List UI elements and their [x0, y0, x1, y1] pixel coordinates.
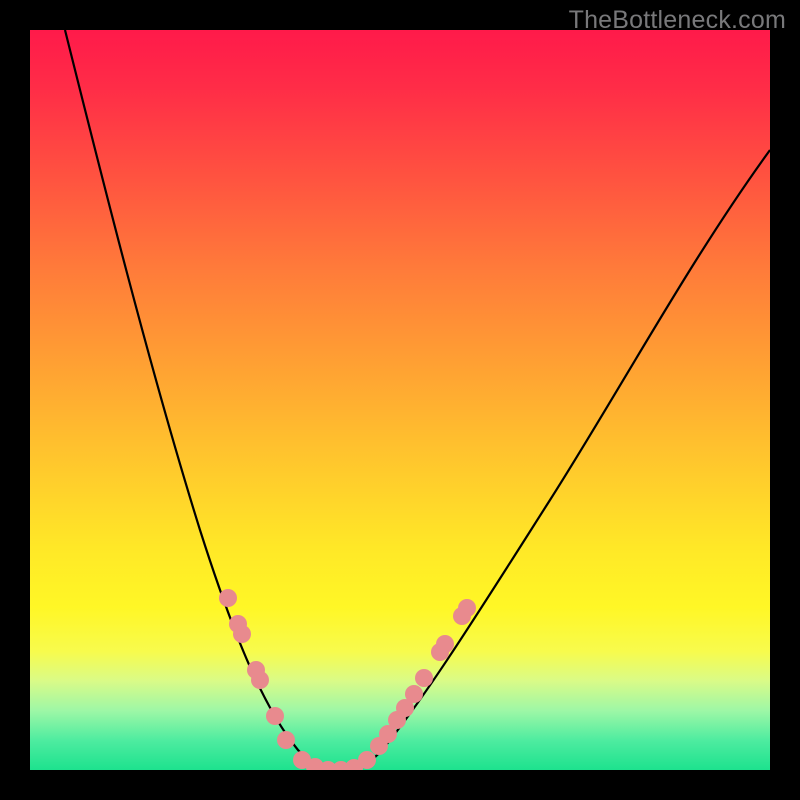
data-point-marker	[233, 625, 251, 643]
data-point-marker	[358, 751, 376, 769]
curve-path	[65, 30, 770, 770]
data-point-marker	[251, 671, 269, 689]
chart-frame	[30, 30, 770, 770]
data-point-marker	[436, 635, 454, 653]
curve-series	[65, 30, 770, 770]
data-point-marker	[277, 731, 295, 749]
data-point-marker	[415, 669, 433, 687]
data-point-marker	[266, 707, 284, 725]
data-point-marker	[219, 589, 237, 607]
chart-plot	[30, 30, 770, 770]
curve-markers	[219, 589, 476, 770]
data-point-marker	[458, 599, 476, 617]
data-point-marker	[405, 685, 423, 703]
